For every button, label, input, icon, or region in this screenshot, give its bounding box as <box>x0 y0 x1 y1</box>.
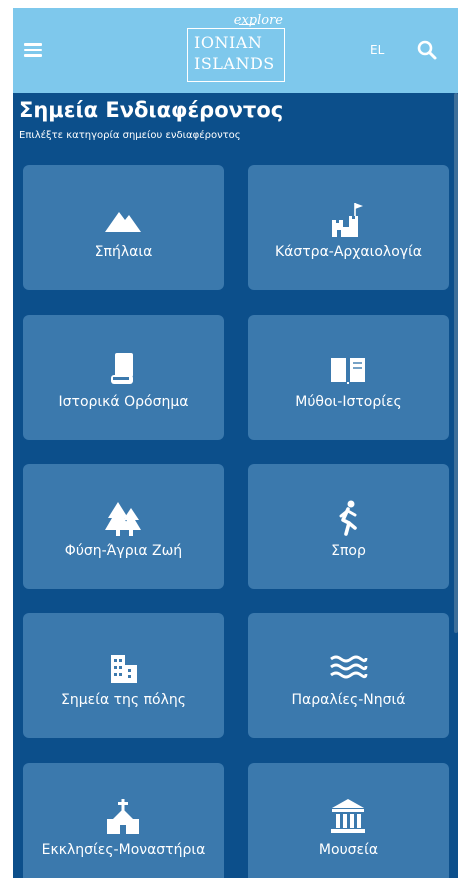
scrollbar[interactable] <box>454 93 458 633</box>
app-frame: explore IONIAN ISLANDS EL Σημεία Ενδιαφέ… <box>13 8 458 878</box>
category-label: Κάστρα-Αρχαιολογία <box>274 244 423 260</box>
top-header: explore IONIAN ISLANDS EL <box>13 8 458 93</box>
category-label: Φύση-Άγρια Ζωή <box>64 543 183 559</box>
running-icon <box>339 500 357 536</box>
category-card-landmarks[interactable]: Ιστορικά Ορόσημα <box>23 315 224 440</box>
category-card-sports[interactable]: Σπορ <box>248 464 449 589</box>
category-label: Εκκλησίες-Μοναστήρια <box>41 842 206 858</box>
language-switch[interactable]: EL <box>370 43 384 57</box>
category-card-caves[interactable]: Σπήλαια <box>23 165 224 290</box>
ionian-islands-logo[interactable]: explore IONIAN ISLANDS <box>187 14 289 86</box>
logo-line-1: IONIAN <box>194 33 263 52</box>
trees-icon <box>105 502 141 536</box>
logo-box: IONIAN ISLANDS <box>187 28 285 82</box>
logo-script: explore <box>233 13 283 28</box>
category-label: Σημεία της πόλης <box>61 692 186 708</box>
category-label: Παραλίες-Νησιά <box>291 692 406 708</box>
search-icon[interactable] <box>416 39 438 61</box>
book-icon <box>331 358 365 384</box>
category-card-churches[interactable]: Εκκλησίες-Μοναστήρια <box>23 763 224 878</box>
logo-line-2: ISLANDS <box>194 54 275 73</box>
category-card-myths[interactable]: Μύθοι-Ιστορίες <box>248 315 449 440</box>
category-label: Σπήλαια <box>94 244 153 260</box>
building-icon <box>111 655 137 683</box>
category-label: Μύθοι-Ιστορίες <box>295 394 402 410</box>
castle-icon <box>332 203 363 237</box>
museum-icon <box>331 799 365 833</box>
page-title: Σημεία Ενδιαφέροντος <box>19 98 284 122</box>
scroll-icon <box>111 353 133 384</box>
page-subtitle: Επιλέξτε κατηγορία σημείου ενδιαφέροντος <box>19 130 241 141</box>
category-label: Μουσεία <box>318 842 379 858</box>
category-label: Ιστορικά Ορόσημα <box>58 394 189 410</box>
category-card-nature[interactable]: Φύση-Άγρια Ζωή <box>23 464 224 589</box>
category-card-museums[interactable]: Μουσεία <box>248 763 449 878</box>
church-icon <box>107 799 139 834</box>
hamburger-menu-icon[interactable] <box>21 38 47 62</box>
waves-icon <box>330 655 368 679</box>
category-card-beaches[interactable]: Παραλίες-Νησιά <box>248 613 449 738</box>
category-label: Σπορ <box>331 543 366 559</box>
mountain-icon <box>105 212 141 232</box>
category-card-castles[interactable]: Κάστρα-Αρχαιολογία <box>248 165 449 290</box>
category-card-city-points[interactable]: Σημεία της πόλης <box>23 613 224 738</box>
